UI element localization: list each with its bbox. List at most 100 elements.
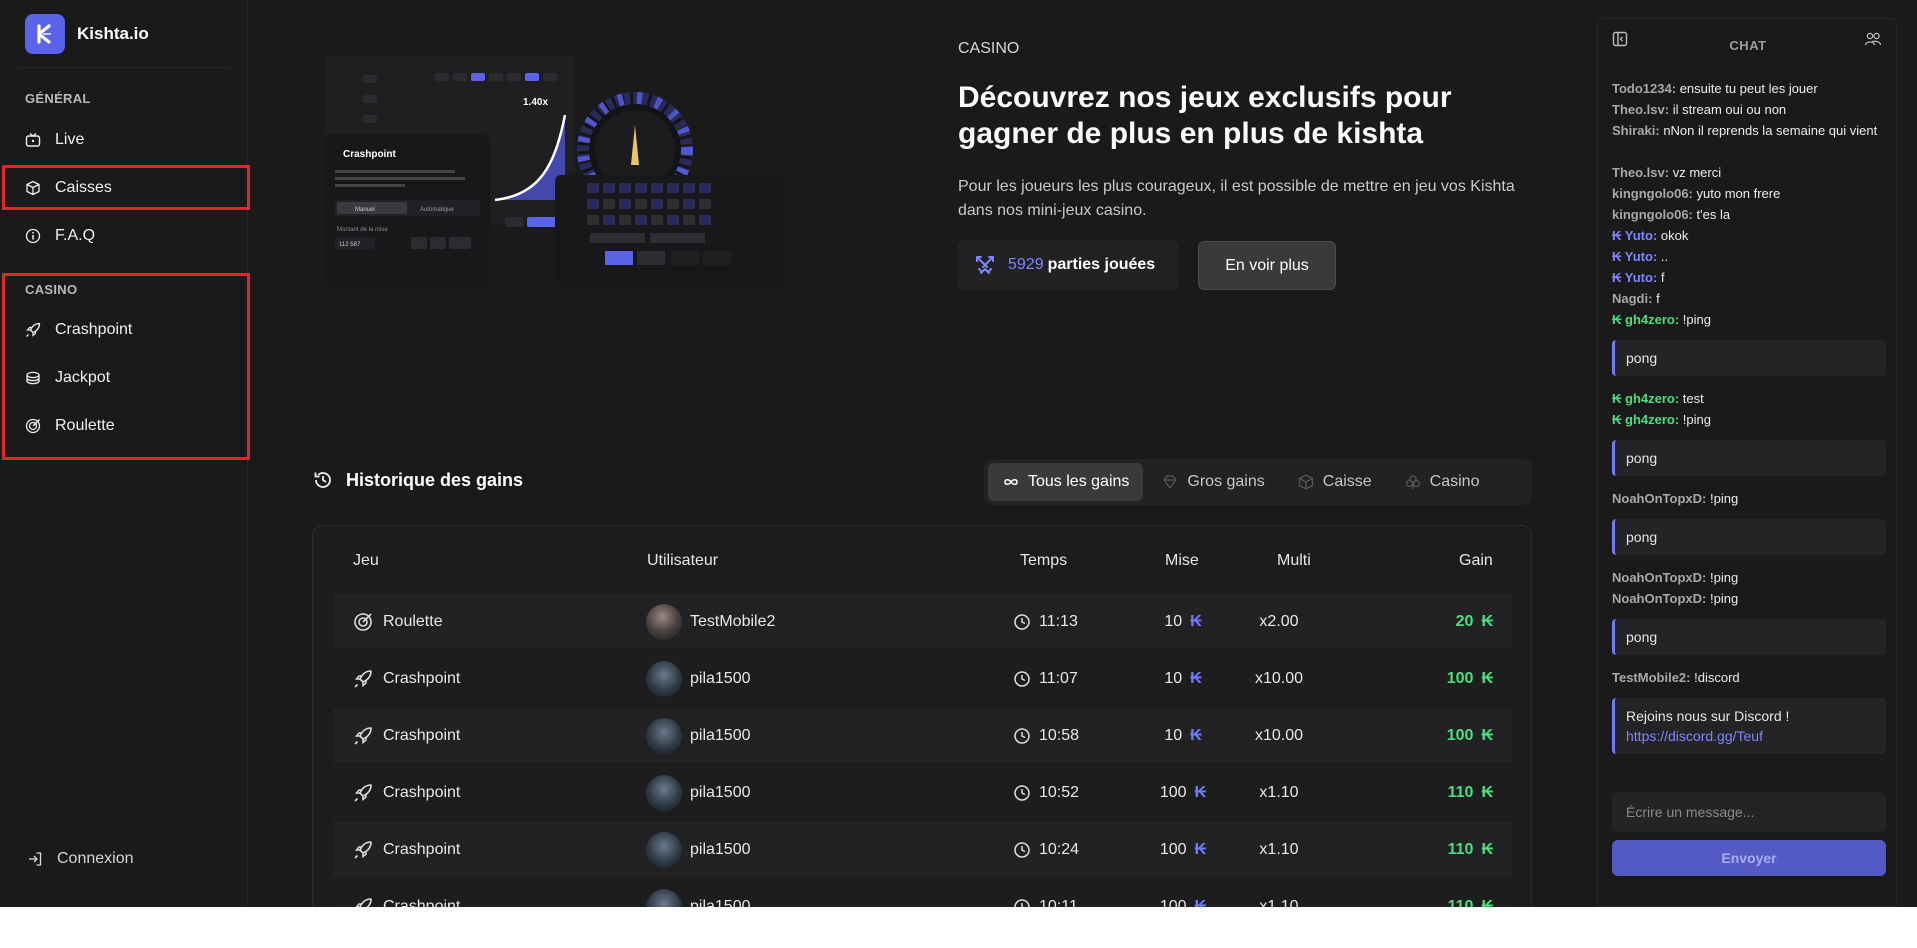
chat-username[interactable]: ₭ Yuto:	[1612, 249, 1657, 264]
multi-value: x1.10	[1259, 840, 1299, 858]
column-header-game: Jeu	[353, 552, 379, 569]
sidebar-item-faq[interactable]: F.A.Q	[25, 224, 95, 248]
user-cell[interactable]: pila1500	[646, 765, 751, 820]
gain-cell: 110 ₭	[1383, 879, 1493, 908]
sidebar-item-live[interactable]: Live	[25, 128, 84, 152]
tab-caisse[interactable]: Caisse	[1283, 463, 1386, 501]
multi-value: x2.00	[1259, 612, 1299, 630]
username: pila1500	[690, 726, 751, 744]
table-row[interactable]: Crashpoint pila1500 10:52 100 ₭ x1.10 110 ₭	[333, 765, 1512, 820]
hero-eyebrow: CASINO	[958, 40, 1020, 57]
see-more-button[interactable]: En voir plus	[1198, 241, 1336, 290]
bet-value: 10	[1164, 612, 1183, 630]
chat-username[interactable]: ₭ Yuto:	[1612, 228, 1657, 243]
discord-link[interactable]: https://discord.gg/Teuf	[1626, 726, 1875, 746]
tab-label: Gros gains	[1187, 473, 1265, 490]
table-row[interactable]: Crashpoint pila1500 11:07 10 ₭ x10.00 100 ₭	[333, 651, 1512, 706]
chat-username[interactable]: ₭ gh4zero:	[1612, 391, 1679, 406]
bot-message: pong	[1612, 619, 1886, 655]
chat-username[interactable]: Nagdi:	[1612, 291, 1652, 306]
chat-username[interactable]: Theo.lsv:	[1612, 102, 1669, 117]
user-cell[interactable]: pila1500	[646, 822, 751, 877]
app-window: Kishta.io GÉNÉRAL Live Caisses F.A.Q CAS…	[0, 0, 1917, 907]
user-cell[interactable]: pila1500	[646, 708, 751, 763]
multi-cell: x1.10	[1239, 879, 1319, 908]
chat-text: t'es la	[1696, 207, 1731, 222]
clock-icon	[1014, 898, 1030, 907]
bot-message: pong	[1612, 340, 1886, 376]
game-cell: Roulette	[353, 594, 443, 649]
rocket-icon	[354, 840, 372, 859]
chat-message: Shiraki: nNon il reprends la semaine qui…	[1612, 122, 1886, 140]
login-link[interactable]: Connexion	[27, 847, 134, 871]
chat-text: !ping	[1682, 412, 1711, 427]
tab-big-gains[interactable]: Gros gains	[1147, 463, 1278, 501]
info-icon	[25, 228, 41, 244]
gain-cell: 100 ₭	[1383, 651, 1493, 706]
time-value: 11:07	[1039, 669, 1078, 687]
chat-text: yuto mon frere	[1696, 186, 1781, 201]
chat-message: ₭ Yuto: okok	[1612, 227, 1886, 245]
bet-value: 10	[1164, 726, 1183, 744]
chat-username[interactable]: TestMobile2:	[1612, 670, 1691, 685]
username: TestMobile2	[690, 612, 776, 630]
table-row[interactable]: Crashpoint pila1500 10:11 100 ₭ x1.10 110 ₭	[333, 879, 1512, 907]
table-row[interactable]: Crashpoint pila1500 10:58 10 ₭ x10.00 100 ₭	[333, 708, 1512, 763]
games-played-stat: 5929 parties jouées	[958, 240, 1178, 290]
send-button[interactable]: Envoyer	[1612, 840, 1886, 876]
chat-username[interactable]: NoahOnTopxD:	[1612, 570, 1706, 585]
time-value: 11:13	[1039, 612, 1078, 630]
user-cell[interactable]: TestMobile2	[646, 594, 775, 649]
chat-username[interactable]: kingngolo06:	[1612, 186, 1693, 201]
user-cell[interactable]: pila1500	[646, 879, 751, 907]
sidebar-item-label: Live	[55, 131, 85, 148]
preview-bet-value: 112 587	[339, 242, 361, 248]
chat-message-input[interactable]	[1612, 792, 1886, 832]
chat-message: ₭ gh4zero: !ping	[1612, 311, 1886, 329]
club-icon	[1405, 475, 1420, 489]
users-icon[interactable]	[1864, 31, 1882, 47]
target-icon	[354, 612, 372, 631]
hero-description: Pour les joueurs les plus courageux, il …	[958, 178, 1515, 219]
brand-logo[interactable]: Kishta.io	[25, 14, 149, 54]
chat-message: Todo1234: ensuite tu peut les jouer	[1612, 80, 1886, 98]
username: pila1500	[690, 669, 751, 687]
kishta-currency-icon: ₭	[1481, 840, 1493, 858]
chat-username[interactable]: kingngolo06:	[1612, 207, 1693, 222]
tab-label: Caisse	[1322, 473, 1372, 490]
time-value: 10:52	[1039, 783, 1080, 801]
chat-username[interactable]: NoahOnTopxD:	[1612, 591, 1706, 606]
clock-icon	[1014, 613, 1030, 630]
tab-all-gains[interactable]: Tous les gains	[988, 463, 1144, 501]
table-row[interactable]: Roulette TestMobile2 11:13 10 ₭ x2.00 20 ₭	[333, 594, 1512, 649]
tab-casino[interactable]: Casino	[1390, 463, 1494, 501]
gain-value: 110	[1447, 783, 1474, 801]
chat-username[interactable]: Theo.lsv:	[1612, 165, 1669, 180]
bet-cell: 10 ₭	[1133, 708, 1233, 763]
multi-value: x1.10	[1259, 783, 1299, 801]
highlight-box-casino	[2, 273, 250, 460]
bot-text: pong	[1626, 350, 1658, 366]
table-row[interactable]: Crashpoint pila1500 10:24 100 ₭ x1.10 110 ₭	[333, 822, 1512, 877]
chat-username[interactable]: NoahOnTopxD:	[1612, 491, 1706, 506]
time-value: 10:11	[1039, 897, 1078, 908]
clock-icon	[1014, 784, 1030, 801]
bet-cell: 100 ₭	[1133, 879, 1233, 908]
game-cell: Crashpoint	[353, 879, 460, 907]
chat-username[interactable]: ₭ gh4zero:	[1612, 412, 1679, 427]
avatar	[646, 717, 682, 754]
multi-cell: x10.00	[1239, 708, 1319, 763]
crossed-swords-icon	[976, 256, 994, 274]
tv-icon	[25, 132, 41, 147]
chat-username[interactable]: ₭ gh4zero:	[1612, 312, 1679, 327]
user-cell[interactable]: pila1500	[646, 651, 751, 706]
history-title: Historique des gains	[346, 469, 524, 490]
game-name: Crashpoint	[383, 669, 461, 687]
game-cell: Crashpoint	[353, 708, 460, 763]
chat-username[interactable]: ₭ Yuto:	[1612, 270, 1657, 285]
bet-cell: 10 ₭	[1133, 651, 1233, 706]
chat-username[interactable]: Shiraki:	[1612, 123, 1660, 138]
chat-text: vz merci	[1672, 165, 1722, 180]
chat-username[interactable]: Todo1234:	[1612, 81, 1676, 96]
kishta-currency-icon: ₭	[1481, 669, 1493, 687]
